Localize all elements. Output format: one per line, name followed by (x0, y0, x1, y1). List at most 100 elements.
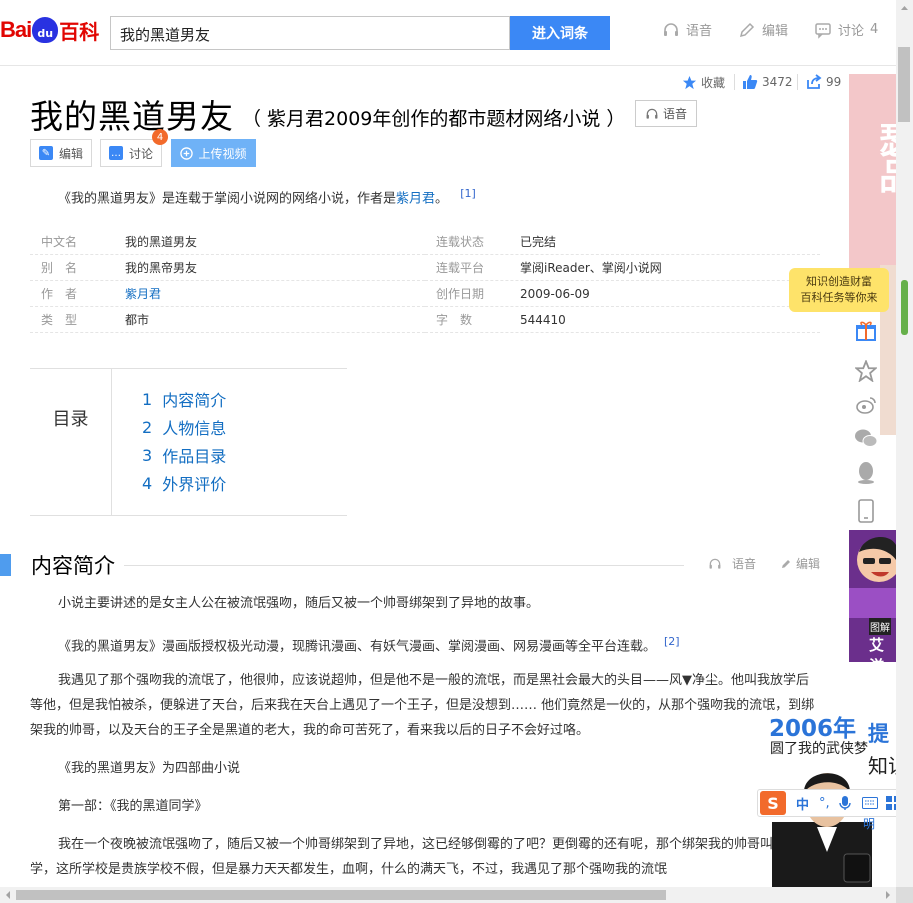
top-discuss-button[interactable]: 讨论 4 (814, 20, 878, 39)
upload-video-label: 上传视频 (198, 146, 247, 161)
section-voice-label: 语音 (732, 557, 757, 571)
qq-icon[interactable] (853, 460, 879, 486)
author-value-link[interactable]: 紫月君 (125, 285, 161, 302)
reference-link[interactable]: [2] (664, 635, 680, 648)
pencil-icon (739, 22, 755, 37)
scrollbar-corner (896, 887, 913, 903)
info-value: 掌阅iReader、掌阅小说网 (520, 261, 662, 275)
scroll-left-arrow-icon[interactable] (0, 887, 16, 903)
top-voice-label: 语音 (686, 24, 713, 39)
gift-icon[interactable] (853, 318, 879, 344)
toc-item[interactable]: 2 人物信息 (142, 413, 226, 441)
headphone-icon (664, 22, 678, 36)
top-voice-button[interactable]: 语音 (662, 20, 712, 39)
title-voice-label: 语音 (662, 107, 687, 121)
page-subtitle: （ 紫月君2009年创作的都市题材网络小说 ） (242, 108, 626, 130)
edit-button[interactable]: ✎ 编辑 (30, 139, 92, 167)
enter-entry-button[interactable]: 进入词条 (510, 16, 610, 50)
ad-headline: 提 (868, 722, 889, 746)
toc-item-title: 人物信息 (162, 419, 227, 438)
info-key: 创作日期 (436, 287, 485, 301)
toc-items: 1 内容简介 2 人物信息 3 作品目录 4 外界评价 (142, 385, 226, 497)
info-row: 字 数 544410 (425, 307, 820, 333)
punctuation-icon[interactable]: °, (819, 796, 830, 811)
toc-item[interactable]: 1 内容简介 (142, 385, 226, 413)
info-row: 连载状态 已完结 (425, 229, 820, 255)
cartoon-illustration (849, 536, 901, 618)
info-value: 544410 (520, 312, 566, 327)
paragraph: 小说主要讲述的是女主人公在被流氓强吻，随后又被一个帅哥绑架到了异地的故事。 (58, 596, 540, 611)
sidebar-ad-middle[interactable]: 图解 艾滋 (849, 530, 901, 675)
title-voice-button[interactable]: 语音 (635, 100, 697, 127)
wechat-icon[interactable] (853, 425, 879, 451)
like-count: 3472 (762, 75, 793, 89)
pencil-icon: ✎ (38, 146, 53, 160)
info-value: 我的黑帝男友 (125, 261, 198, 275)
info-key: 连载状态 (436, 235, 485, 249)
top-discuss-count: 4 (870, 22, 879, 37)
section-accent-bar (0, 554, 11, 576)
info-key: 类 型 (41, 313, 78, 327)
toc-item[interactable]: 3 作品目录 (142, 441, 226, 469)
vertical-scrollbar[interactable] (896, 0, 913, 887)
horizontal-scroll-thumb[interactable] (16, 890, 666, 900)
keyboard-icon[interactable] (861, 797, 878, 809)
toc-item-title: 外界评价 (162, 475, 227, 494)
baidu-baike-logo[interactable]: Bai du 百科 (0, 12, 99, 48)
info-key: 字 数 (436, 313, 473, 327)
headphone-icon (646, 108, 658, 119)
toc-item[interactable]: 4 外界评价 (142, 469, 226, 497)
summary-end: 。 (435, 191, 449, 207)
toc-item-title: 内容简介 (162, 391, 227, 410)
page-title: 我的黑道男友 (30, 97, 234, 136)
favorite-button[interactable]: 收藏 (682, 74, 725, 91)
ad-subtitle: 圆了我的武侠梦 (770, 741, 868, 757)
author-link[interactable]: 紫月君 (396, 191, 435, 206)
ime-chinese-mode[interactable]: 中 (796, 794, 809, 813)
star-outline-icon[interactable] (853, 358, 879, 384)
info-value: 都市 (125, 313, 150, 327)
task-tip-bubble[interactable]: 知识创造财富 百科任务等你来 (789, 268, 889, 312)
info-value: 2009-06-09 (520, 286, 590, 301)
section-title: 内容简介 (31, 554, 115, 578)
discuss-count-badge: 4 (152, 129, 168, 145)
info-key: 别 名 (41, 261, 78, 275)
stats-divider (734, 74, 735, 90)
sogou-logo-icon: S (760, 791, 786, 815)
scroll-up-arrow-icon[interactable] (896, 0, 913, 16)
horizontal-scrollbar[interactable] (0, 887, 896, 903)
search-input[interactable]: 我的黑道男友 (110, 16, 510, 50)
info-row: 中文名 我的黑道男友 (30, 229, 425, 255)
paragraph: 《我的黑道男友》为四部曲小说 (58, 761, 241, 776)
ime-toolbar[interactable]: S 中 °, (757, 789, 909, 817)
top-edit-button[interactable]: 编辑 (738, 20, 788, 39)
discuss-button[interactable]: … 讨论 (100, 139, 162, 167)
ad-side-text: 明 (863, 817, 876, 831)
info-row: 类 型 都市 (30, 307, 425, 333)
section-edit-button[interactable]: 编辑 (780, 555, 820, 572)
paw-icon: du (32, 17, 59, 43)
microphone-icon[interactable] (838, 795, 852, 811)
toc-label: 目录 (30, 369, 112, 515)
paragraph-text: 《我的黑道男友》漫画版授权极光动漫，现腾讯漫画、有妖气漫画、掌阅漫画、网易漫画等… (58, 639, 657, 655)
summary-text: 《我的黑道男友》是连载于掌阅小说网的网络小说，作者是 (58, 191, 397, 207)
share-button[interactable]: 99 (806, 74, 841, 90)
section-voice-button[interactable]: 语音 (708, 555, 756, 572)
sidebar-ad-top[interactable]: 瑟品 (849, 74, 913, 270)
vertical-scroll-thumb[interactable] (898, 47, 910, 122)
section-divider (124, 565, 684, 566)
comment-icon (815, 22, 831, 39)
weibo-icon[interactable] (853, 392, 879, 418)
info-key: 中文名 (41, 235, 78, 249)
upload-video-button[interactable]: 上传视频 (171, 139, 256, 167)
mobile-icon[interactable] (853, 498, 879, 524)
scroll-right-arrow-icon[interactable] (880, 887, 896, 903)
like-button[interactable]: 3472 (742, 74, 793, 90)
logo-bai-text: Bai (0, 17, 32, 42)
toc-item-number: 2 (142, 417, 153, 437)
info-row: 连载平台 掌阅iReader、掌阅小说网 (425, 255, 820, 281)
share-count: 99 (826, 75, 842, 89)
toc-item-number: 4 (142, 473, 153, 493)
discuss-button-label: 讨论 (128, 146, 153, 161)
reference-link[interactable]: [1] (460, 187, 476, 200)
